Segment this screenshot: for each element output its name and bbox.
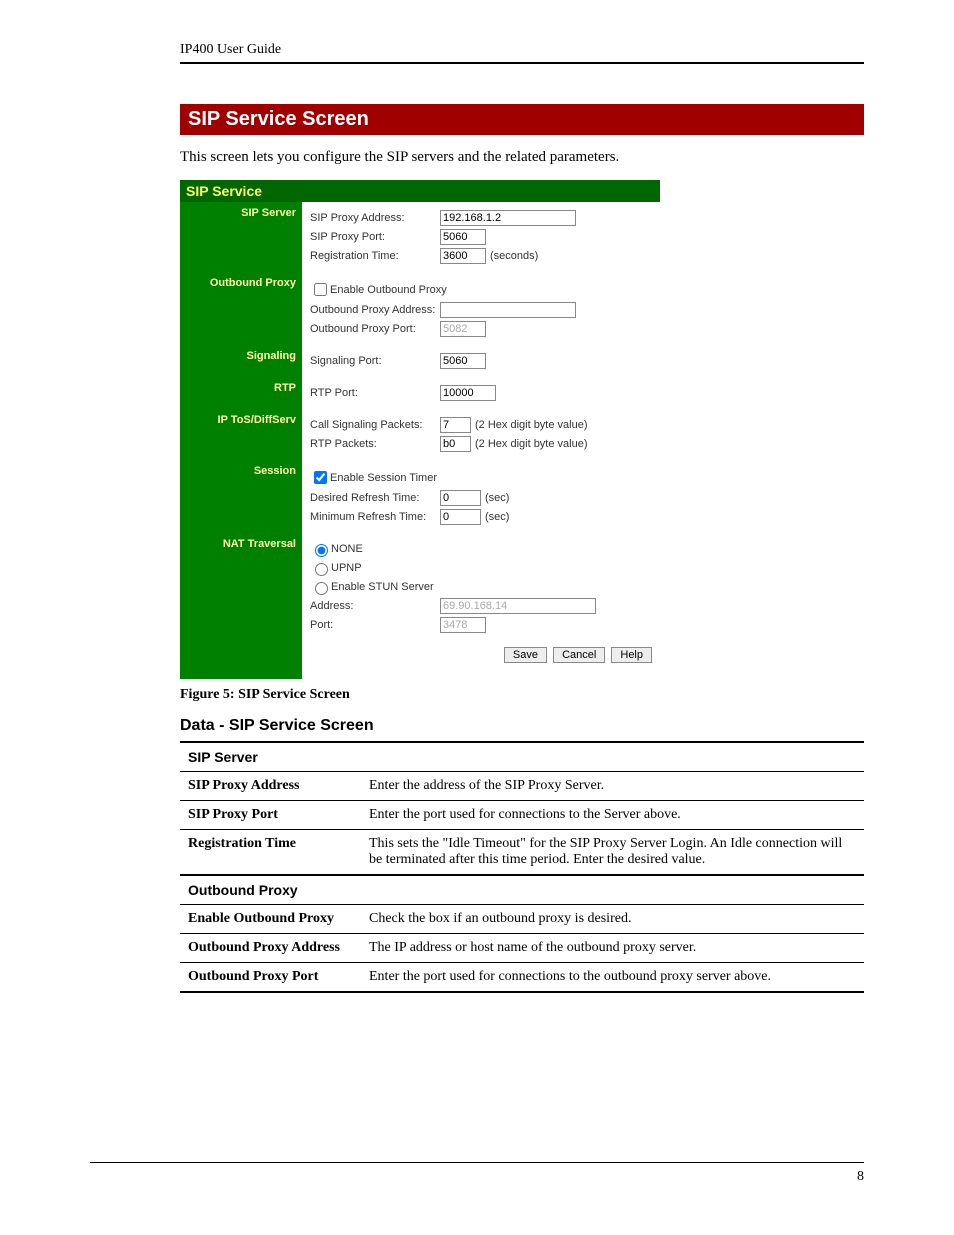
- input-desired-refresh-time[interactable]: [440, 490, 481, 506]
- group-label-rtp: RTP: [180, 377, 302, 409]
- label-rtp-packets: RTP Packets:: [310, 438, 440, 450]
- panel-title: SIP Service: [180, 180, 660, 202]
- label-desired-refresh-time: Desired Refresh Time:: [310, 492, 440, 504]
- checkbox-enable-session-timer[interactable]: [314, 471, 327, 484]
- suffix-seconds: (seconds): [490, 250, 538, 262]
- label-outbound-proxy-address: Outbound Proxy Address:: [310, 304, 440, 316]
- group-label-tos: IP ToS/DiffServ: [180, 409, 302, 460]
- input-signaling-port[interactable]: [440, 353, 486, 369]
- suffix-sec-2: (sec): [485, 511, 509, 523]
- label-nat-none: NONE: [331, 543, 363, 555]
- page-number: 8: [857, 1169, 864, 1184]
- input-minimum-refresh-time[interactable]: [440, 509, 481, 525]
- suffix-sec-1: (sec): [485, 492, 509, 504]
- suffix-hex-1: (2 Hex digit byte value): [475, 419, 588, 431]
- label-nat-upnp: UPNP: [331, 562, 362, 574]
- input-sip-proxy-address[interactable]: [440, 210, 576, 226]
- label-stun-address: Address:: [310, 600, 440, 612]
- input-call-signaling-packets[interactable]: [440, 417, 471, 433]
- label-sip-proxy-address: SIP Proxy Address:: [310, 212, 440, 224]
- label-enable-outbound-proxy: Enable Outbound Proxy: [330, 284, 447, 296]
- table-row: Outbound Proxy Port Enter the port used …: [180, 963, 864, 993]
- figure-caption: Figure 5: SIP Service Screen: [180, 687, 864, 703]
- input-stun-address[interactable]: [440, 598, 596, 614]
- group-label-sip-server: SIP Server: [180, 202, 302, 272]
- table-row: SIP Proxy Port Enter the port used for c…: [180, 801, 864, 830]
- label-enable-session-timer: Enable Session Timer: [330, 472, 437, 484]
- table-row: Enable Outbound Proxy Check the box if a…: [180, 905, 864, 934]
- input-outbound-proxy-address[interactable]: [440, 302, 576, 318]
- radio-nat-stun[interactable]: [315, 582, 328, 595]
- cancel-button[interactable]: Cancel: [553, 647, 605, 663]
- input-rtp-port[interactable]: [440, 385, 496, 401]
- label-signaling-port: Signaling Port:: [310, 355, 440, 367]
- label-outbound-proxy-port: Outbound Proxy Port:: [310, 323, 440, 335]
- group-label-outbound-proxy: Outbound Proxy: [180, 272, 302, 345]
- input-stun-port[interactable]: [440, 617, 486, 633]
- input-sip-proxy-port[interactable]: [440, 229, 486, 245]
- label-nat-stun: Enable STUN Server: [331, 581, 434, 593]
- input-registration-time[interactable]: [440, 248, 486, 264]
- label-minimum-refresh-time: Minimum Refresh Time:: [310, 511, 440, 523]
- table-row: Registration Time This sets the "Idle Ti…: [180, 830, 864, 876]
- checkbox-enable-outbound-proxy[interactable]: [314, 283, 327, 296]
- table-section-outbound-proxy: Outbound Proxy: [180, 875, 864, 905]
- section-intro: This screen lets you configure the SIP s…: [180, 149, 864, 166]
- data-table: SIP Server SIP Proxy Address Enter the a…: [180, 741, 864, 993]
- save-button[interactable]: Save: [504, 647, 547, 663]
- table-row: SIP Proxy Address Enter the address of t…: [180, 772, 864, 801]
- sip-service-panel: SIP Service SIP Server SIP Proxy Address…: [180, 180, 660, 679]
- data-section-heading: Data - SIP Service Screen: [180, 717, 864, 735]
- label-sip-proxy-port: SIP Proxy Port:: [310, 231, 440, 243]
- group-label-nat-traversal: NAT Traversal: [180, 533, 302, 641]
- table-section-sip-server: SIP Server: [180, 742, 864, 772]
- section-title-bar: SIP Service Screen: [180, 104, 864, 135]
- label-registration-time: Registration Time:: [310, 250, 440, 262]
- radio-nat-none[interactable]: [315, 544, 328, 557]
- label-stun-port: Port:: [310, 619, 440, 631]
- radio-nat-upnp[interactable]: [315, 563, 328, 576]
- group-label-session: Session: [180, 460, 302, 533]
- help-button[interactable]: Help: [611, 647, 652, 663]
- table-row: Outbound Proxy Address The IP address or…: [180, 934, 864, 963]
- input-outbound-proxy-port[interactable]: [440, 321, 486, 337]
- doc-header: IP400 User Guide: [180, 42, 281, 57]
- group-label-signaling: Signaling: [180, 345, 302, 377]
- suffix-hex-2: (2 Hex digit byte value): [475, 438, 588, 450]
- label-call-signaling-packets: Call Signaling Packets:: [310, 419, 440, 431]
- label-rtp-port: RTP Port:: [310, 387, 440, 399]
- input-rtp-packets[interactable]: [440, 436, 471, 452]
